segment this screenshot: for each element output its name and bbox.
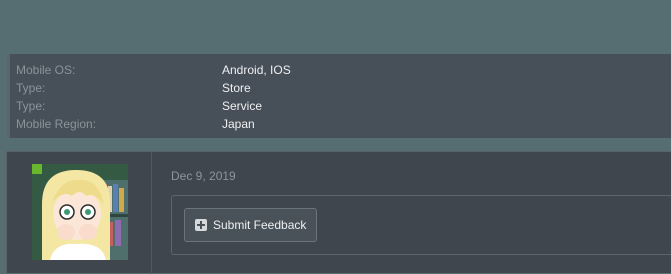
detail-value: Android, IOS: [222, 63, 291, 77]
detail-row-type-service: Type: Service: [16, 97, 656, 115]
post-user-sidebar: [7, 152, 152, 274]
listing-details-panel: Mobile OS: Android, IOS Type: Store Type…: [7, 54, 671, 138]
post-date[interactable]: Dec 9, 2019: [171, 169, 236, 183]
post-content-box: Submit Feedback: [171, 195, 671, 255]
detail-value: Service: [222, 99, 263, 113]
detail-row-mobile-os: Mobile OS: Android, IOS: [16, 61, 656, 79]
detail-value: Store: [222, 81, 251, 95]
detail-row-type-store: Type: Store: [16, 79, 656, 97]
post-message: Dec 9, 2019 Submit Feedback: [6, 151, 671, 274]
detail-label: Mobile OS:: [16, 63, 76, 77]
avatar[interactable]: [32, 164, 128, 260]
plus-square-icon: [195, 219, 207, 231]
detail-label: Mobile Region:: [16, 117, 97, 131]
submit-feedback-label: Submit Feedback: [213, 218, 307, 232]
detail-value: Japan: [222, 117, 255, 131]
avatar-image: [32, 164, 128, 260]
detail-label: Type:: [16, 99, 46, 113]
detail-label: Type:: [16, 81, 46, 95]
detail-row-mobile-region: Mobile Region: Japan: [16, 115, 656, 133]
submit-feedback-button[interactable]: Submit Feedback: [184, 208, 318, 242]
